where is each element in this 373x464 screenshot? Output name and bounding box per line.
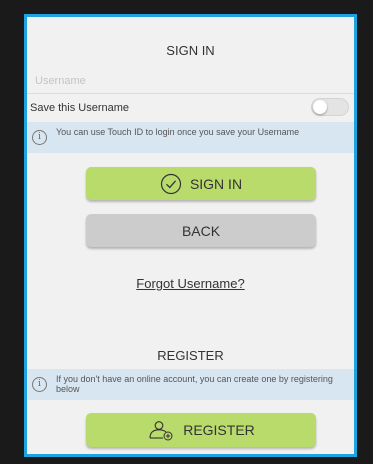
back-button[interactable]: BACK xyxy=(86,214,316,247)
info-icon: i xyxy=(32,130,47,145)
register-info-text: If you don't have an online account, you… xyxy=(56,374,333,394)
signin-title: SIGN IN xyxy=(166,43,215,58)
touch-id-info-banner: i You can use Touch ID to login once you… xyxy=(27,122,354,153)
sign-in-button[interactable]: SIGN IN xyxy=(86,167,316,200)
forgot-username-link[interactable]: Forgot Username? xyxy=(136,276,244,291)
divider xyxy=(27,93,354,94)
save-username-label: Save this Username xyxy=(30,102,130,114)
save-username-toggle[interactable] xyxy=(311,98,349,116)
back-button-label: BACK xyxy=(181,222,221,239)
register-info-banner: i If you don't have an online account, y… xyxy=(27,369,354,400)
toggle-knob xyxy=(313,100,327,114)
touch-id-info-text: You can use Touch ID to login once you s… xyxy=(56,127,300,137)
add-user-icon xyxy=(149,421,173,441)
register-button[interactable]: REGISTER xyxy=(86,413,316,447)
check-circle-icon xyxy=(160,173,182,194)
info-icon: i xyxy=(32,377,47,392)
sign-in-button-label: SIGN IN xyxy=(189,175,243,192)
sign-in-panel: SIGN IN Save this Username i You can use… xyxy=(24,14,357,457)
register-button-label: REGISTER xyxy=(183,422,255,438)
username-input[interactable] xyxy=(35,71,347,91)
forgot-username-row: Forgot Username? xyxy=(27,275,354,293)
register-title: REGISTER xyxy=(157,348,224,363)
